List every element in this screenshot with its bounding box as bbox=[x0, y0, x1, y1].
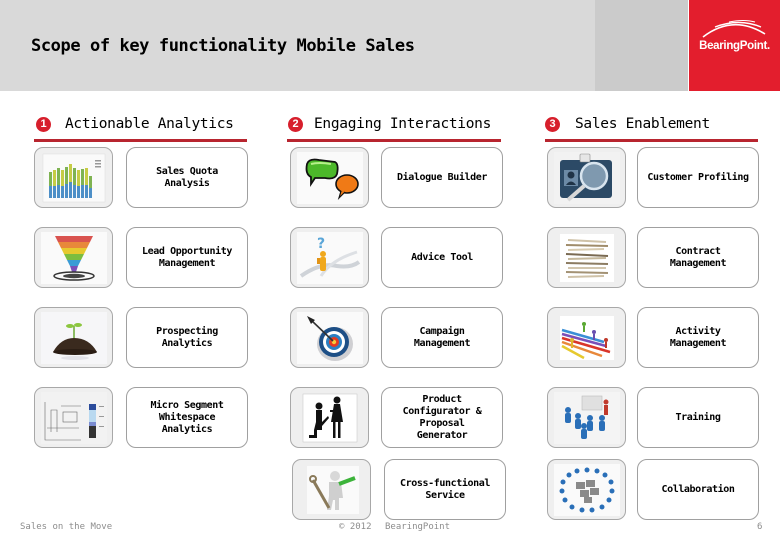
section-heading-1: 1 Actionable Analytics bbox=[36, 113, 234, 135]
proposal-figures-icon bbox=[302, 393, 358, 443]
paper-stack-icon bbox=[560, 234, 614, 282]
footer-copyright: © 2012 bbox=[339, 522, 372, 532]
feature-card-product-configurator[interactable]: Product Configurator & Proposal Generato… bbox=[381, 387, 503, 448]
question-figure-icon: ? bbox=[297, 232, 363, 284]
section-title: Sales Enablement bbox=[575, 116, 710, 132]
sales-funnel-icon bbox=[41, 232, 107, 284]
section-number-badge: 1 bbox=[36, 116, 51, 132]
seedling-soil-icon bbox=[41, 312, 107, 364]
micro-segment-image bbox=[34, 387, 113, 448]
feature-card-training[interactable]: Training bbox=[637, 387, 759, 448]
feature-card-micro-segment-whitespace-analytics[interactable]: Micro Segment Whitespace Analytics bbox=[126, 387, 248, 448]
feature-label: Micro Segment Whitespace Analytics bbox=[150, 399, 224, 435]
stacked-bar-chart-icon bbox=[42, 153, 106, 203]
contract-management-image bbox=[547, 227, 626, 288]
feature-card-customer-profiling[interactable]: Customer Profiling bbox=[637, 147, 759, 208]
customer-profiling-image bbox=[547, 147, 626, 208]
svg-text:?: ? bbox=[317, 236, 325, 252]
advice-tool-image: ? bbox=[290, 227, 369, 288]
activity-management-image bbox=[547, 307, 626, 368]
section-heading-2: 2 Engaging Interactions bbox=[288, 113, 491, 135]
sales-quota-image bbox=[34, 147, 113, 208]
dart-target-icon bbox=[297, 312, 363, 364]
training-image bbox=[547, 387, 626, 448]
section-divider bbox=[34, 139, 247, 142]
feature-card-prospecting-analytics[interactable]: Prospecting Analytics bbox=[126, 307, 248, 368]
collaboration-image bbox=[547, 459, 626, 520]
section-title: Engaging Interactions bbox=[314, 116, 492, 132]
logo-text: BearingPoint. bbox=[699, 40, 770, 52]
race-arrows-icon bbox=[560, 316, 614, 360]
feature-label: Advice Tool bbox=[411, 251, 473, 263]
segment-diagram-icon bbox=[41, 392, 107, 444]
campaign-management-image bbox=[290, 307, 369, 368]
page-number: 6 bbox=[757, 522, 763, 532]
feature-label: Contract Management bbox=[669, 245, 727, 269]
feature-card-activity-management[interactable]: Activity Management bbox=[637, 307, 759, 368]
presentation-audience-icon bbox=[554, 392, 620, 444]
feature-label: Product Configurator & Proposal Generato… bbox=[402, 393, 482, 441]
feature-label: Activity Management bbox=[669, 325, 727, 349]
speech-bubbles-icon bbox=[297, 152, 363, 204]
feature-card-lead-opportunity-management[interactable]: Lead Opportunity Management bbox=[126, 227, 248, 288]
feature-label: Sales Quota Analysis bbox=[156, 165, 218, 189]
section-divider bbox=[545, 139, 758, 142]
feature-label: Dialogue Builder bbox=[397, 171, 487, 183]
feature-label: Cross-functional Service bbox=[400, 477, 490, 501]
section-number-badge: 3 bbox=[545, 116, 560, 132]
feature-card-advice-tool[interactable]: Advice Tool bbox=[381, 227, 503, 288]
feature-card-contract-management[interactable]: Contract Management bbox=[637, 227, 759, 288]
feature-label: Training bbox=[675, 411, 721, 423]
section-heading-3: 3 Sales Enablement bbox=[545, 113, 710, 135]
header-band bbox=[595, 0, 688, 91]
feature-label: Collaboration bbox=[661, 483, 735, 495]
feature-card-collaboration[interactable]: Collaboration bbox=[637, 459, 759, 520]
feature-label: Campaign Management bbox=[413, 325, 471, 349]
footer-company: BearingPoint bbox=[385, 522, 451, 532]
id-card-magnifier-icon bbox=[554, 152, 620, 204]
feature-card-dialogue-builder[interactable]: Dialogue Builder bbox=[381, 147, 503, 208]
cross-functional-image bbox=[292, 459, 371, 520]
wrench-figure-icon bbox=[307, 466, 359, 514]
feature-label: Customer Profiling bbox=[647, 171, 749, 183]
footer-tagline: Sales on the Move bbox=[20, 522, 113, 532]
feature-card-sales-quota-analysis[interactable]: Sales Quota Analysis bbox=[126, 147, 248, 208]
page-title: Scope of key functionality Mobile Sales bbox=[31, 36, 415, 56]
feature-label: Prospecting Analytics bbox=[156, 325, 218, 349]
bearingpoint-logo: BearingPoint. bbox=[689, 0, 780, 91]
product-configurator-image bbox=[290, 387, 369, 448]
section-number-badge: 2 bbox=[288, 116, 303, 132]
section-divider bbox=[287, 139, 501, 142]
dialogue-builder-image bbox=[290, 147, 369, 208]
feature-card-campaign-management[interactable]: Campaign Management bbox=[381, 307, 503, 368]
feature-label: Lead Opportunity Management bbox=[142, 245, 232, 269]
puzzle-circle-icon bbox=[554, 464, 620, 516]
feature-card-cross-functional-service[interactable]: Cross-functional Service bbox=[384, 459, 506, 520]
prospecting-image bbox=[34, 307, 113, 368]
lead-opportunity-image bbox=[34, 227, 113, 288]
section-title: Actionable Analytics bbox=[65, 116, 234, 132]
